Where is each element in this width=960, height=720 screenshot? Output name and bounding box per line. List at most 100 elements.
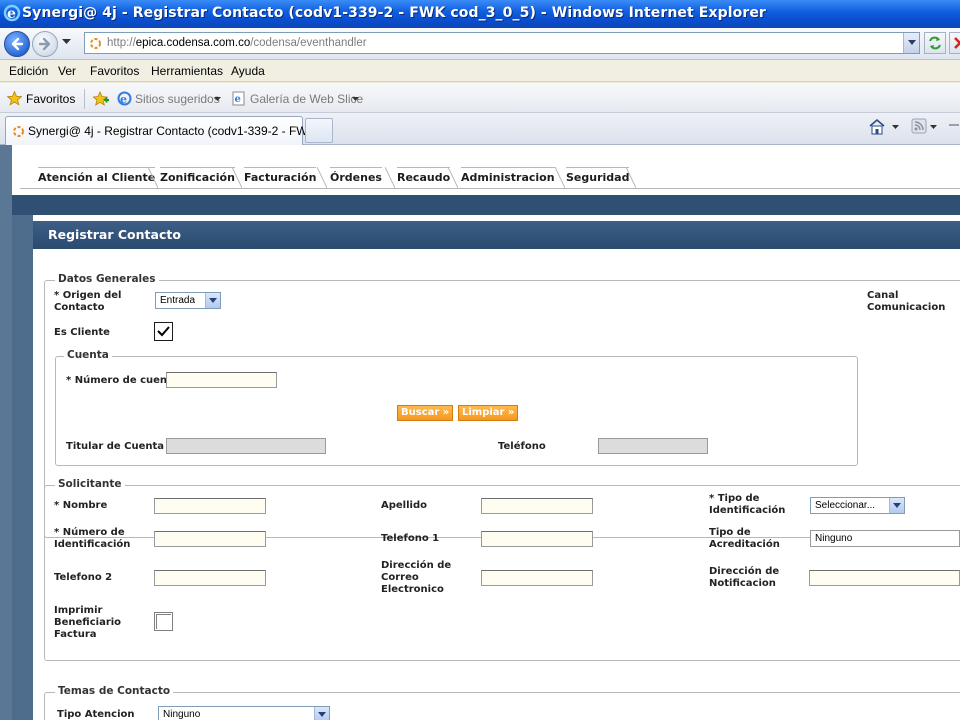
nav-atencion-cliente[interactable]: Atención al Cliente: [38, 167, 156, 188]
checkmark-icon: [157, 326, 170, 337]
telefono1-input[interactable]: [481, 531, 593, 547]
nav-seguridad[interactable]: Seguridad: [566, 167, 630, 188]
origen-value: Entrada: [160, 295, 196, 306]
back-button[interactable]: [4, 31, 30, 57]
buscar-button[interactable]: Buscar »: [397, 405, 454, 421]
nav-ordenes[interactable]: Órdenes: [330, 167, 382, 188]
history-dropdown-icon[interactable]: [62, 39, 71, 45]
numero-identificacion-label: * Número de Identificación: [54, 527, 131, 550]
rss-feed-icon[interactable]: [911, 118, 927, 134]
tipo-atencion-select[interactable]: Ninguno: [158, 706, 330, 720]
origen-select[interactable]: Entrada: [155, 292, 221, 309]
tab-label: Synergi@ 4j - Registrar Contacto (codv1-…: [28, 124, 326, 138]
page-content: Atención al Cliente Zonificación Factura…: [0, 145, 960, 720]
tab-bar: Synergi@ 4j - Registrar Contacto (codv1-…: [0, 113, 960, 145]
chevron-down-icon: [893, 503, 901, 508]
address-toolbar: http://epica.codensa.com.co/codensa/even…: [0, 28, 960, 60]
web-slice-icon: e: [232, 91, 245, 106]
limpiar-button[interactable]: Limpiar »: [458, 405, 519, 421]
favorites-bar: Favoritos e Sitios sugeridos e Galería d…: [0, 83, 960, 113]
tipo-identificacion-value: Seleccionar...: [815, 500, 876, 511]
nav-separator: [232, 167, 242, 188]
nav-zonificacion[interactable]: Zonificación: [160, 167, 235, 188]
svg-text:e: e: [7, 6, 16, 22]
web-slice-gallery-link[interactable]: Galería de Web Slice: [250, 92, 363, 106]
menu-ayuda[interactable]: Ayuda: [231, 64, 265, 78]
address-input[interactable]: http://epica.codensa.com.co/codensa/even…: [84, 32, 920, 54]
tab-active[interactable]: Synergi@ 4j - Registrar Contacto (codv1-…: [5, 116, 326, 145]
chevron-down-icon: [908, 40, 916, 45]
menu-favoritos[interactable]: Favoritos: [90, 64, 139, 78]
notificacion-label: Dirección de Notificacion: [709, 566, 780, 589]
menu-ver[interactable]: Ver: [58, 64, 76, 78]
svg-text:e: e: [120, 93, 127, 106]
nav-administracion[interactable]: Administracion: [461, 167, 555, 188]
correo-input[interactable]: [481, 570, 593, 586]
address-dropdown-button[interactable]: [903, 33, 919, 53]
add-favorite-icon[interactable]: [93, 91, 109, 107]
telefono-cuenta-input: [598, 438, 708, 454]
menu-herramientas[interactable]: Herramientas: [151, 64, 223, 78]
arrow-right-icon: [38, 37, 51, 51]
app-nav: Atención al Cliente Zonificación Factura…: [12, 145, 960, 195]
app-header-band: [12, 195, 960, 215]
chevron-down-icon[interactable]: [930, 125, 937, 129]
chevron-down-icon[interactable]: [214, 97, 221, 101]
tipo-identificacion-label: * Tipo de Identificación: [709, 493, 786, 516]
titular-cuenta-input: [166, 438, 326, 454]
tipo-acreditacion-label: Tipo de Acreditación: [709, 527, 780, 550]
tipo-atencion-label: Tipo Atencion: [57, 709, 135, 720]
apellido-input[interactable]: [481, 498, 593, 514]
nav-separator: [626, 167, 636, 188]
imprimir-beneficiario-label: Imprimir Beneficiario Factura: [54, 605, 122, 640]
window-title: Synergi@ 4j - Registrar Contacto (codv1-…: [22, 5, 766, 21]
new-tab-button[interactable]: [305, 118, 333, 143]
stop-button[interactable]: [949, 32, 960, 54]
section-title: Registrar Contacto: [48, 227, 181, 242]
notificacion-input[interactable]: [809, 570, 960, 586]
tipo-identificacion-select[interactable]: Seleccionar...: [810, 497, 905, 514]
solicitante-legend: Solicitante: [55, 478, 125, 490]
nombre-input[interactable]: [154, 498, 266, 514]
tipo-acreditacion-select[interactable]: Ninguno: [810, 530, 960, 547]
menu-edicion[interactable]: Edición: [9, 64, 48, 78]
numero-cuenta-input[interactable]: [166, 372, 277, 388]
page-left-strip: [0, 145, 12, 720]
telefono2-input[interactable]: [154, 570, 266, 586]
chevron-down-icon: [209, 298, 217, 303]
suggested-sites-link[interactable]: Sitios sugeridos: [135, 92, 220, 106]
ie-page-icon: e: [117, 91, 132, 106]
home-icon[interactable]: [868, 118, 886, 135]
telefono-cuenta-label: Teléfono: [498, 441, 546, 452]
nav-facturacion[interactable]: Facturación: [244, 167, 317, 188]
print-icon[interactable]: [948, 119, 960, 131]
window-title-bar[interactable]: e Synergi@ 4j - Registrar Contacto (codv…: [0, 0, 960, 28]
datos-generales-legend: Datos Generales: [55, 273, 159, 285]
section-title-bar: Registrar Contacto: [33, 221, 960, 249]
chevron-down-icon[interactable]: [352, 97, 359, 101]
nav-separator: [148, 167, 158, 188]
tipo-acreditacion-value: Ninguno: [815, 533, 853, 544]
chevron-down-icon[interactable]: [892, 125, 899, 129]
compatibility-refresh-button[interactable]: [924, 32, 946, 54]
es-cliente-checkbox[interactable]: [154, 322, 173, 341]
numero-identificacion-input[interactable]: [154, 531, 266, 547]
arrow-left-icon: [11, 37, 24, 51]
close-icon: [954, 37, 960, 49]
svg-text:e: e: [235, 94, 241, 105]
chevron-down-icon: [318, 712, 326, 717]
nav-separator: [448, 167, 458, 188]
menu-bar: Edición Ver Favoritos Herramientas Ayuda: [0, 60, 960, 82]
refresh-icon: [929, 36, 941, 50]
address-text: http://epica.codensa.com.co/codensa/even…: [107, 37, 367, 49]
favorites-button[interactable]: Favoritos: [26, 92, 75, 106]
nav-separator: [317, 167, 327, 188]
nav-recaudo[interactable]: Recaudo: [397, 167, 451, 188]
forward-button[interactable]: [32, 31, 58, 57]
star-icon: [7, 91, 22, 106]
nav-separator: [385, 167, 395, 188]
imprimir-beneficiario-checkbox[interactable]: [154, 612, 173, 631]
numero-cuenta-label: * Número de cuenta: [66, 375, 179, 386]
canal-comunicacion-label: Canal Comunicacion: [867, 290, 946, 313]
nav-separator: [555, 167, 565, 188]
